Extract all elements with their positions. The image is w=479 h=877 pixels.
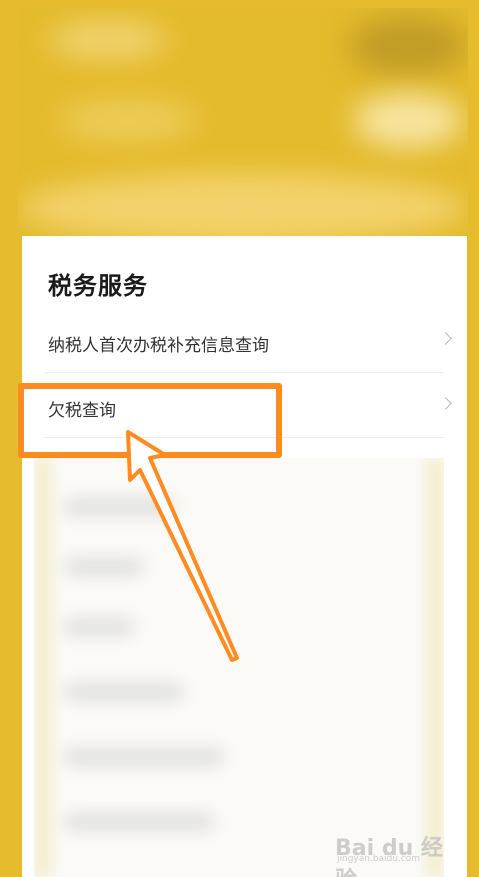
blur-shape	[64, 498, 174, 516]
blur-shape	[18, 173, 468, 238]
blur-shape	[64, 558, 144, 576]
tax-service-card: 税务服务 纳税人首次办税补充信息查询 欠税查询	[22, 236, 467, 877]
blur-shape	[353, 93, 463, 148]
blur-shape	[348, 16, 468, 76]
chevron-right-icon	[439, 397, 452, 410]
blur-shape	[48, 20, 168, 60]
section-title: 税务服务	[48, 272, 148, 300]
chevron-right-icon	[439, 332, 452, 345]
blur-shape	[64, 683, 184, 701]
blur-shape	[64, 813, 214, 831]
blur-shape	[34, 458, 52, 877]
blurred-header	[18, 8, 468, 238]
baidu-watermark: Bai du 经验 jingyan.baidu.com	[335, 828, 455, 877]
list-item-label: 纳税人首次办税补充信息查询	[48, 336, 269, 356]
blur-shape	[58, 98, 198, 143]
list-item-taxpayer-first-info[interactable]: 纳税人首次办税补充信息查询	[44, 308, 452, 373]
blurred-list	[34, 458, 444, 877]
screenshot-page: 税务服务 纳税人首次办税补充信息查询 欠税查询 Bai du 经验 jingya…	[0, 0, 479, 877]
watermark-sub: jingyan.baidu.com	[337, 854, 421, 864]
blur-shape	[64, 748, 224, 766]
blur-shape	[426, 458, 444, 877]
highlight-box	[18, 383, 282, 458]
blur-shape	[64, 618, 134, 636]
